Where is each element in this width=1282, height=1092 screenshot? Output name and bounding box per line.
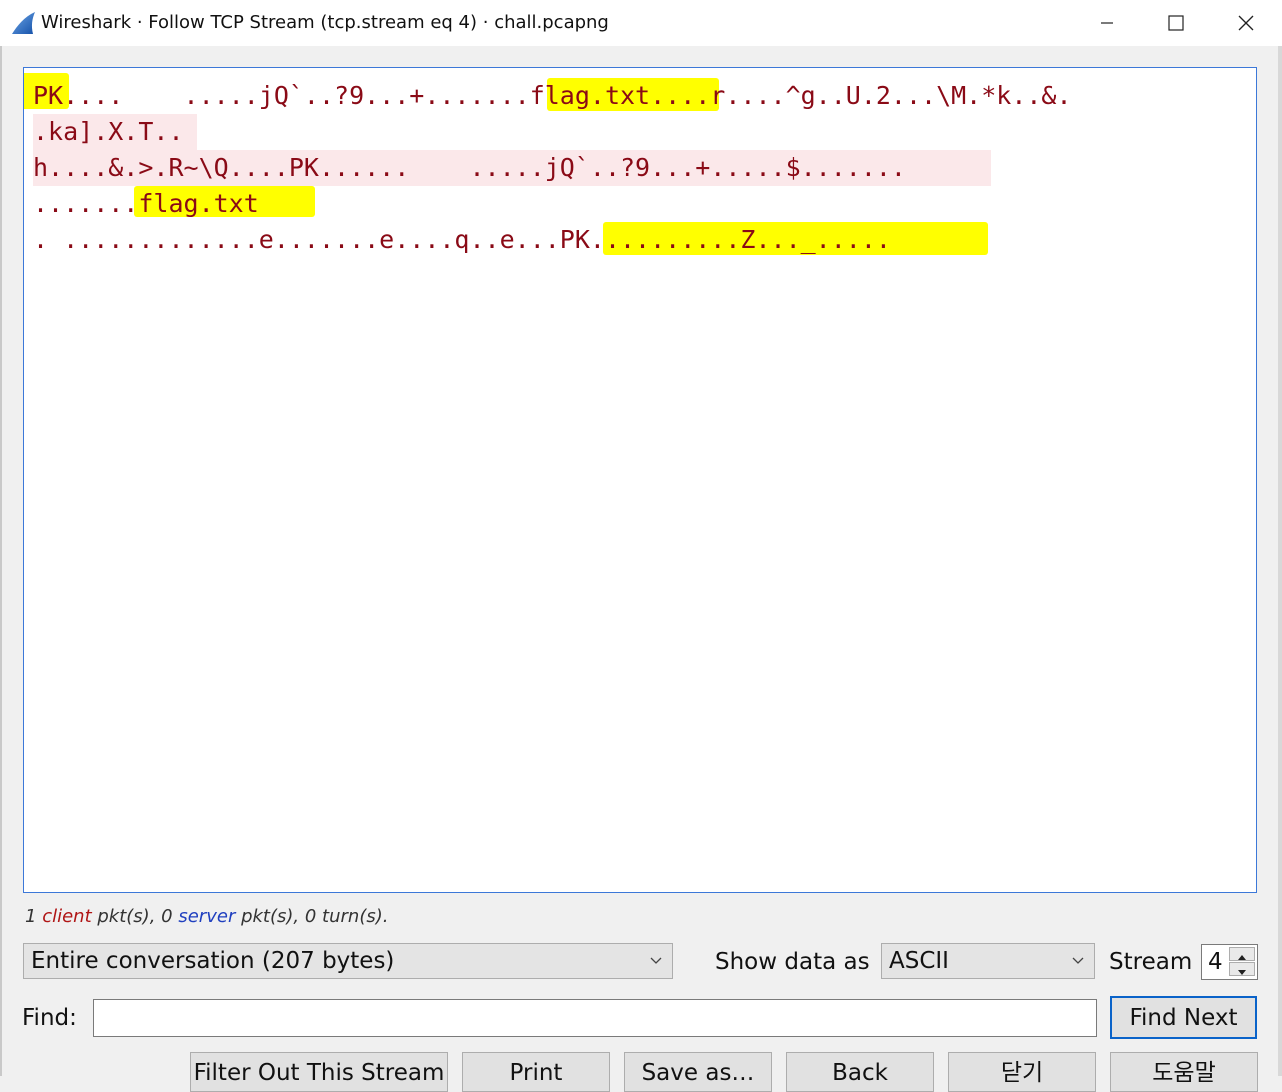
wireshark-fin-icon <box>11 11 37 35</box>
server-count: 0 <box>161 906 173 927</box>
conversation-select[interactable]: Entire conversation (207 bytes) <box>23 943 673 979</box>
window-left-edge <box>0 46 2 1076</box>
triangle-down-icon <box>1238 960 1246 979</box>
title-bar: Wireshark · Follow TCP Stream (tcp.strea… <box>0 0 1282 46</box>
save-as-button[interactable]: Save as… <box>624 1052 772 1092</box>
window-right-edge <box>1278 46 1282 1076</box>
find-input[interactable] <box>93 999 1097 1037</box>
maximize-icon <box>1168 15 1184 31</box>
close-button[interactable] <box>1211 0 1281 46</box>
data-format-select[interactable]: ASCII <box>881 943 1095 979</box>
client-label: client <box>42 906 92 927</box>
server-label: server <box>178 906 236 927</box>
find-label: Find: <box>22 1005 77 1031</box>
chevron-down-icon <box>650 944 662 978</box>
stream-line-2: .ka].X.T.. <box>33 114 197 150</box>
minimize-button[interactable] <box>1072 0 1142 46</box>
stream-line-5: . .............e.......e....q..e...PK...… <box>33 225 891 254</box>
minimize-icon <box>1100 16 1114 30</box>
data-format-select-value: ASCII <box>889 948 949 974</box>
server-pkts-label: pkt(s), <box>241 906 300 927</box>
stream-line-1: PK.... .....jQ`..?9...+.......flag.txt..… <box>33 81 1072 110</box>
packet-summary: 1 client pkt(s), 0 server pkt(s), 0 turn… <box>25 906 388 927</box>
print-button[interactable]: Print <box>462 1052 610 1092</box>
find-next-button[interactable]: Find Next <box>1110 996 1257 1039</box>
show-data-as-label: Show data as <box>715 949 870 975</box>
maximize-button[interactable] <box>1141 0 1211 46</box>
back-button[interactable]: Back <box>786 1052 934 1092</box>
client-pkts-label: pkt(s), <box>97 906 156 927</box>
close-dialog-button[interactable]: 닫기 <box>948 1052 1096 1092</box>
stream-number-value: 4 <box>1208 949 1223 975</box>
turns-label: 0 turn(s). <box>304 906 389 927</box>
filter-out-stream-button[interactable]: Filter Out This Stream <box>190 1052 448 1092</box>
help-button[interactable]: 도움말 <box>1110 1052 1258 1092</box>
chevron-down-icon <box>1072 944 1084 978</box>
stream-number-spinbox[interactable]: 4 <box>1201 944 1258 980</box>
window-title: Wireshark · Follow TCP Stream (tcp.strea… <box>41 12 609 33</box>
client-count: 1 <box>25 906 37 927</box>
stream-line-3: h....&.>.R~\Q....PK...... .....jQ`..?9..… <box>33 150 991 186</box>
spin-down-button[interactable] <box>1229 962 1255 976</box>
stream-content-area[interactable]: PK.... .....jQ`..?9...+.......flag.txt..… <box>23 67 1257 893</box>
stream-line-4: .......flag.txt <box>33 189 259 218</box>
close-icon <box>1238 15 1254 31</box>
conversation-select-value: Entire conversation (207 bytes) <box>31 948 395 974</box>
stream-label: Stream <box>1109 949 1193 975</box>
